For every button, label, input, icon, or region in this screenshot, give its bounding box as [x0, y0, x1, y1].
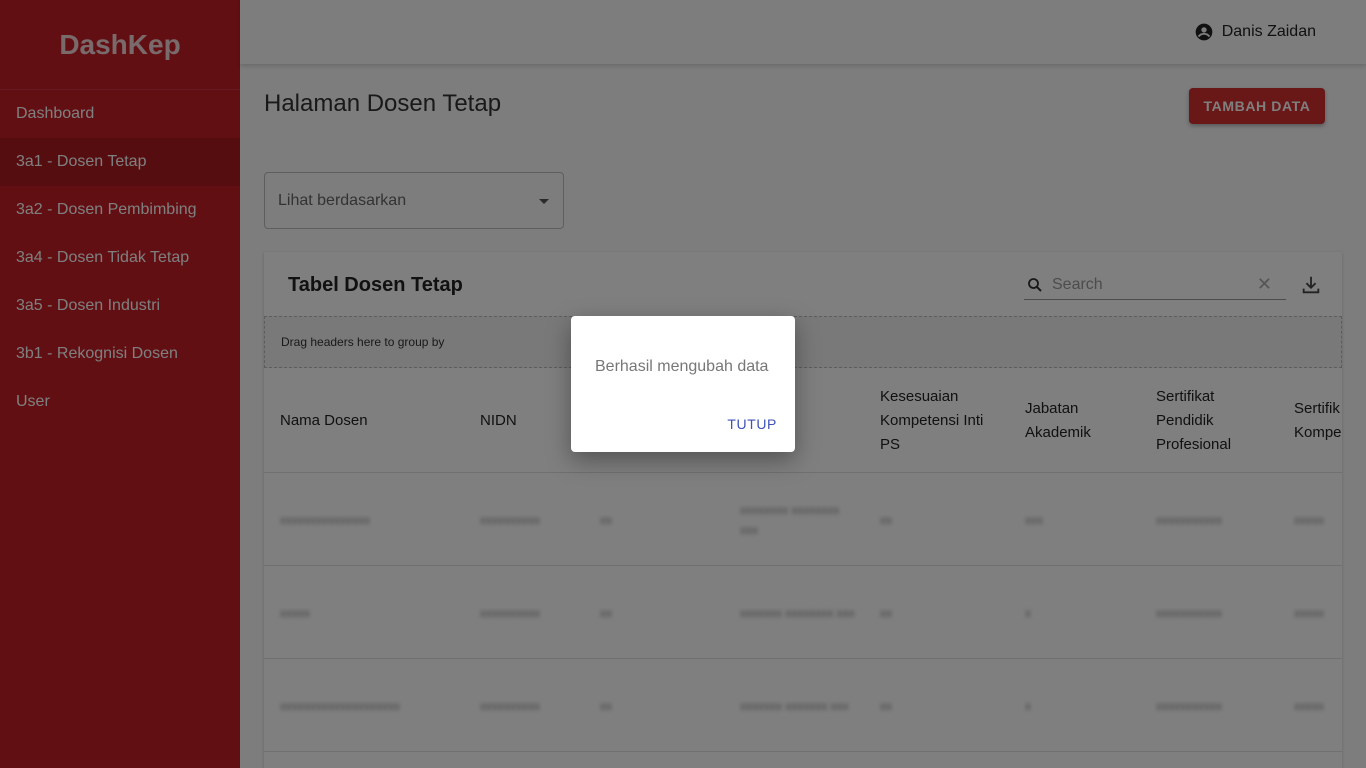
close-dialog-button[interactable]: TUTUP: [727, 416, 777, 432]
dialog-message: Berhasil mengubah data: [595, 358, 769, 375]
success-dialog: Berhasil mengubah data TUTUP: [571, 316, 795, 452]
